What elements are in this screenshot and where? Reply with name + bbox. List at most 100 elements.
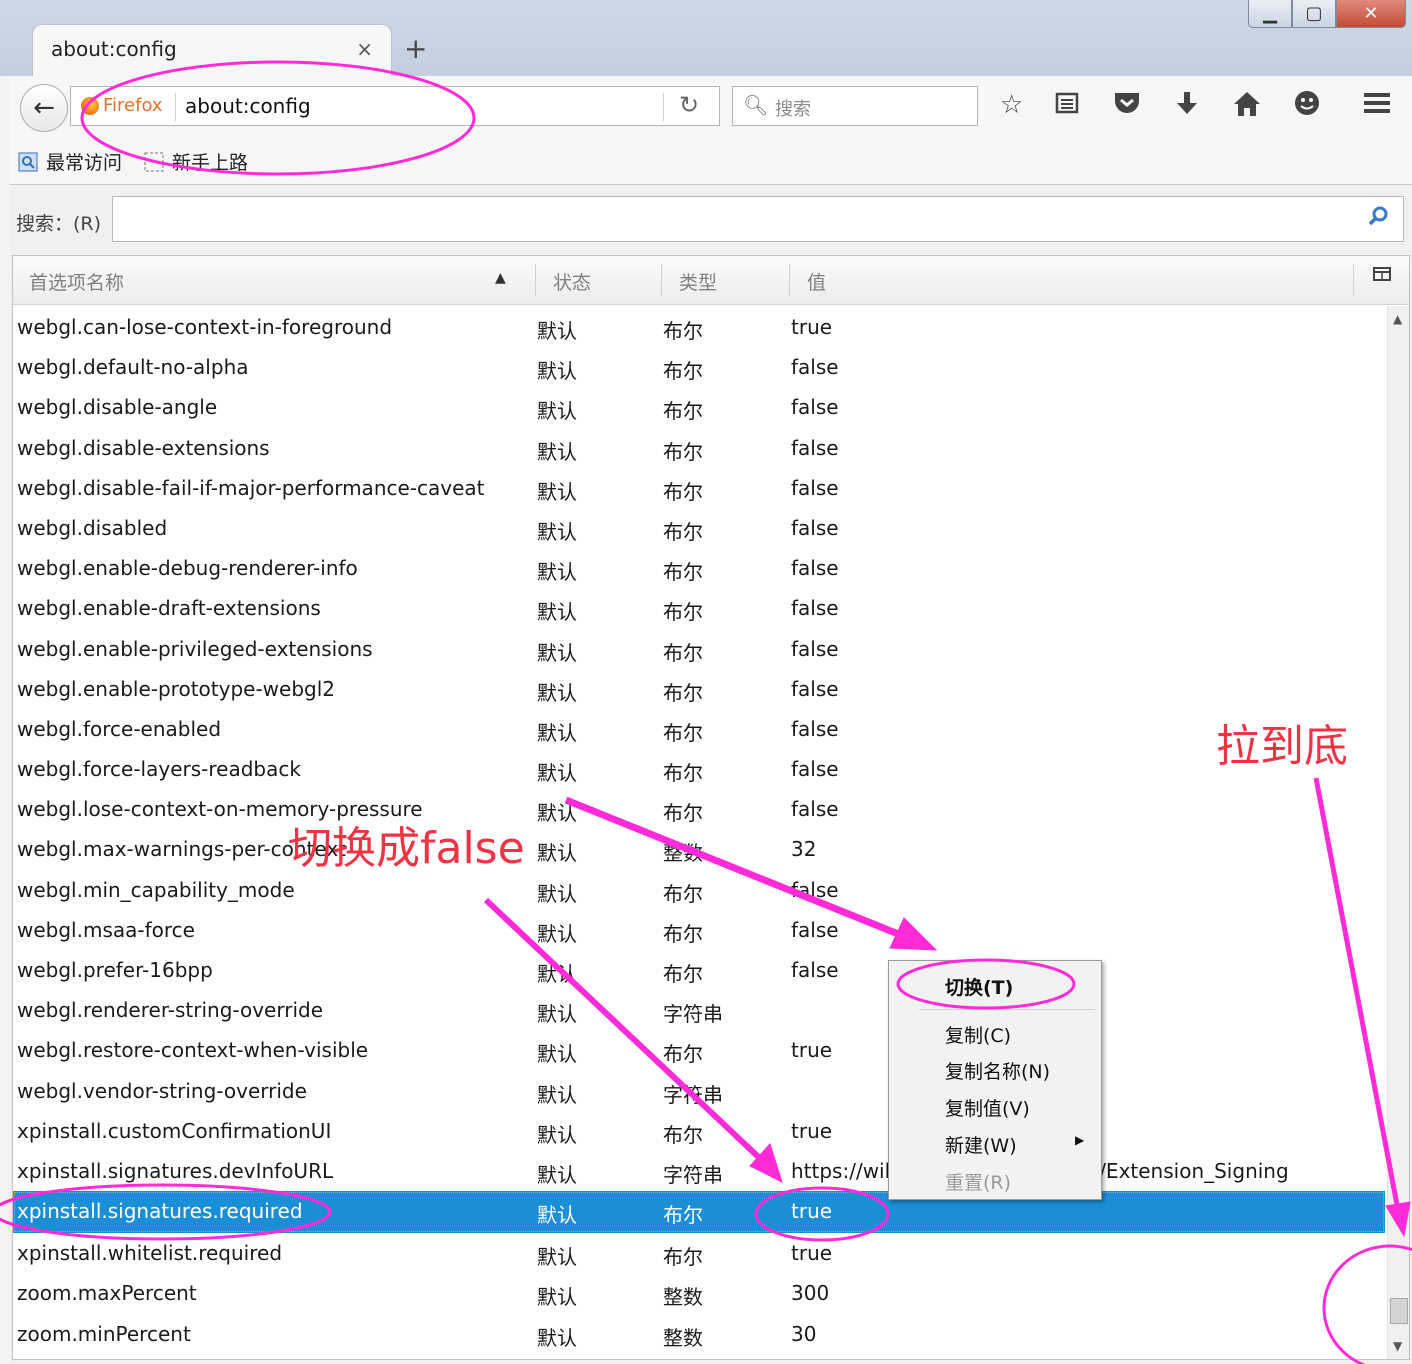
minimize-button[interactable]: ▁ (1248, 0, 1292, 28)
pref-type: 字符串 (663, 1162, 723, 1187)
window-controls: ▁ ▢ ✕ (1248, 0, 1406, 30)
maximize-button[interactable]: ▢ (1292, 0, 1336, 28)
column-header-name[interactable]: 首选项名称 (29, 268, 124, 295)
table-row[interactable]: webgl.disabled 默认 布尔 false (13, 508, 1385, 548)
download-icon[interactable] (1174, 90, 1200, 125)
scroll-down-icon[interactable]: ▼ (1393, 1339, 1402, 1353)
star-icon[interactable]: ☆ (1000, 90, 1023, 120)
menu-icon[interactable] (1362, 90, 1392, 123)
url-bar[interactable]: Firefox about:config ↻ (70, 86, 720, 126)
pref-type: 布尔 (663, 1245, 703, 1270)
pref-name: xpinstall.customConfirmationUI (17, 1118, 332, 1143)
table-row[interactable]: webgl.restore-context-when-visible 默认 布尔 tr… (13, 1030, 1385, 1070)
table-row[interactable]: webgl.renderer-string-override 默认 字符串 (13, 990, 1385, 1030)
table-row[interactable]: webgl.vendor-string-override 默认 字符串 (13, 1071, 1385, 1111)
bookmark-most-visited[interactable]: 最常访问 (18, 148, 122, 175)
pref-value: 300 (791, 1281, 830, 1306)
bookmark-label: 新手上路 (172, 152, 249, 174)
home-icon[interactable] (1232, 90, 1262, 125)
column-picker-icon[interactable] (1373, 266, 1391, 289)
table-row[interactable]: zoom.maxPercent 默认 整数 300 (13, 1273, 1385, 1313)
hello-icon[interactable] (1292, 90, 1322, 125)
menu-item-toggle[interactable]: 切换(T) (945, 973, 1013, 1000)
pref-type: 字符串 (663, 1082, 723, 1107)
table-row[interactable]: xpinstall.signatures.required 默认 布尔 true (13, 1191, 1385, 1234)
pocket-icon[interactable] (1112, 90, 1142, 123)
back-button[interactable]: ← (20, 84, 68, 132)
pref-type: 布尔 (663, 720, 703, 745)
column-divider (1353, 264, 1354, 296)
table-row[interactable]: webgl.msaa-force 默认 布尔 false (13, 910, 1385, 950)
table-row[interactable]: webgl.disable-angle 默认 布尔 false (13, 387, 1385, 427)
tab-close-icon[interactable]: × (356, 37, 373, 61)
pref-value: false (791, 877, 839, 902)
preferences-tree[interactable]: 首选项名称 ▲ 状态 类型 值 webgl.can-lose-context-i… (12, 255, 1410, 1360)
search-bar[interactable]: 🔍︎ 搜索 (732, 86, 978, 126)
table-row[interactable]: xpinstall.customConfirmationUI 默认 布尔 true (13, 1111, 1385, 1151)
column-divider[interactable] (535, 264, 536, 296)
pref-status: 默认 (537, 962, 577, 986)
pref-value: false (791, 475, 839, 500)
table-row[interactable]: webgl.lose-context-on-memory-pressure 默认 布… (13, 789, 1385, 829)
table-row[interactable]: webgl.prefer-16bpp 默认 布尔 false (13, 950, 1385, 990)
table-row[interactable]: webgl.force-layers-readback 默认 布尔 false (13, 749, 1385, 789)
table-row[interactable]: zoom.minPercent 默认 整数 30 (13, 1314, 1385, 1354)
pref-type: 布尔 (663, 921, 703, 946)
table-row[interactable]: webgl.default-no-alpha 默认 布尔 false (13, 347, 1385, 387)
table-row[interactable]: webgl.enable-draft-extensions 默认 布尔 false (13, 588, 1385, 628)
table-row[interactable]: xpinstall.whitelist.required 默认 布尔 true (13, 1233, 1385, 1273)
column-header-status[interactable]: 状态 (553, 268, 591, 295)
pref-status: 默认 (537, 560, 577, 585)
table-row[interactable]: webgl.max-warnings-per-context 默认 整数 32 (13, 829, 1385, 869)
table-row[interactable]: webgl.enable-debug-renderer-info 默认 布尔 fals… (13, 548, 1385, 588)
column-header-value[interactable]: 值 (807, 268, 826, 295)
firefox-icon (81, 97, 99, 115)
bookmark-getting-started[interactable]: 新手上路 (144, 148, 248, 175)
menu-item-copy-value[interactable]: 复制值(V) (945, 1094, 1030, 1121)
column-divider[interactable] (661, 264, 662, 296)
pref-value: false (791, 757, 839, 782)
table-row[interactable]: webgl.disable-extensions 默认 布尔 false (13, 428, 1385, 468)
close-window-button[interactable]: ✕ (1336, 0, 1406, 28)
scroll-up-icon[interactable]: ▲ (1393, 312, 1402, 326)
table-row[interactable]: webgl.disable-fail-if-major-performance-… (13, 468, 1385, 508)
pref-value: false (791, 435, 839, 460)
pref-name: webgl.force-enabled (17, 716, 222, 741)
reading-list-icon[interactable] (1054, 90, 1080, 123)
pref-status: 默认 (537, 1325, 577, 1350)
pref-status: 默认 (537, 841, 577, 866)
filter-input[interactable] (112, 196, 1404, 242)
identity-label[interactable]: Firefox (103, 95, 163, 116)
scroll-thumb[interactable] (1390, 1298, 1408, 1324)
pref-value: 32 (791, 837, 817, 862)
pref-name: xpinstall.signatures.required (17, 1199, 303, 1224)
menu-item-copy-name[interactable]: 复制名称(N) (945, 1057, 1050, 1084)
tab-about-config[interactable]: about:config × (32, 24, 392, 76)
pref-status: 默认 (537, 1162, 577, 1187)
pref-name: webgl.disable-angle (17, 395, 218, 420)
pref-type: 整数 (663, 1325, 703, 1350)
bookmarks-toolbar: 最常访问 新手上路 (10, 138, 1412, 185)
column-header-type[interactable]: 类型 (679, 268, 717, 295)
menu-item-new[interactable]: 新建(W) (945, 1131, 1017, 1158)
search-placeholder: 搜索 (775, 99, 811, 120)
pref-type: 布尔 (663, 962, 703, 986)
pref-type: 布尔 (663, 1122, 703, 1147)
pref-status: 默认 (537, 600, 577, 625)
reload-icon[interactable]: ↻ (679, 91, 699, 119)
menu-item-copy[interactable]: 复制(C) (945, 1021, 1011, 1048)
column-divider[interactable] (789, 264, 790, 296)
table-row[interactable]: webgl.enable-prototype-webgl2 默认 布尔 false (13, 669, 1385, 709)
vertical-scrollbar[interactable]: ▲ ▼ (1387, 306, 1409, 1359)
table-row[interactable]: webgl.force-enabled 默认 布尔 false (13, 709, 1385, 749)
new-tab-button[interactable]: + (404, 32, 427, 65)
table-row[interactable]: xpinstall.signatures.devInfoURL默认字符串http… (13, 1151, 1385, 1191)
url-text[interactable]: about:config (185, 94, 311, 118)
pref-status: 默认 (537, 1203, 577, 1228)
pref-status: 默认 (537, 881, 577, 906)
table-row[interactable]: webgl.min_capability_mode 默认 布尔 false (13, 870, 1385, 910)
pref-value: true (791, 315, 833, 339)
pref-type: 布尔 (663, 801, 703, 826)
table-row[interactable]: webgl.enable-privileged-extensions 默认 布尔 fa… (13, 629, 1385, 669)
table-row[interactable]: webgl.can-lose-context-in-foreground 默认 布尔… (13, 307, 1385, 347)
